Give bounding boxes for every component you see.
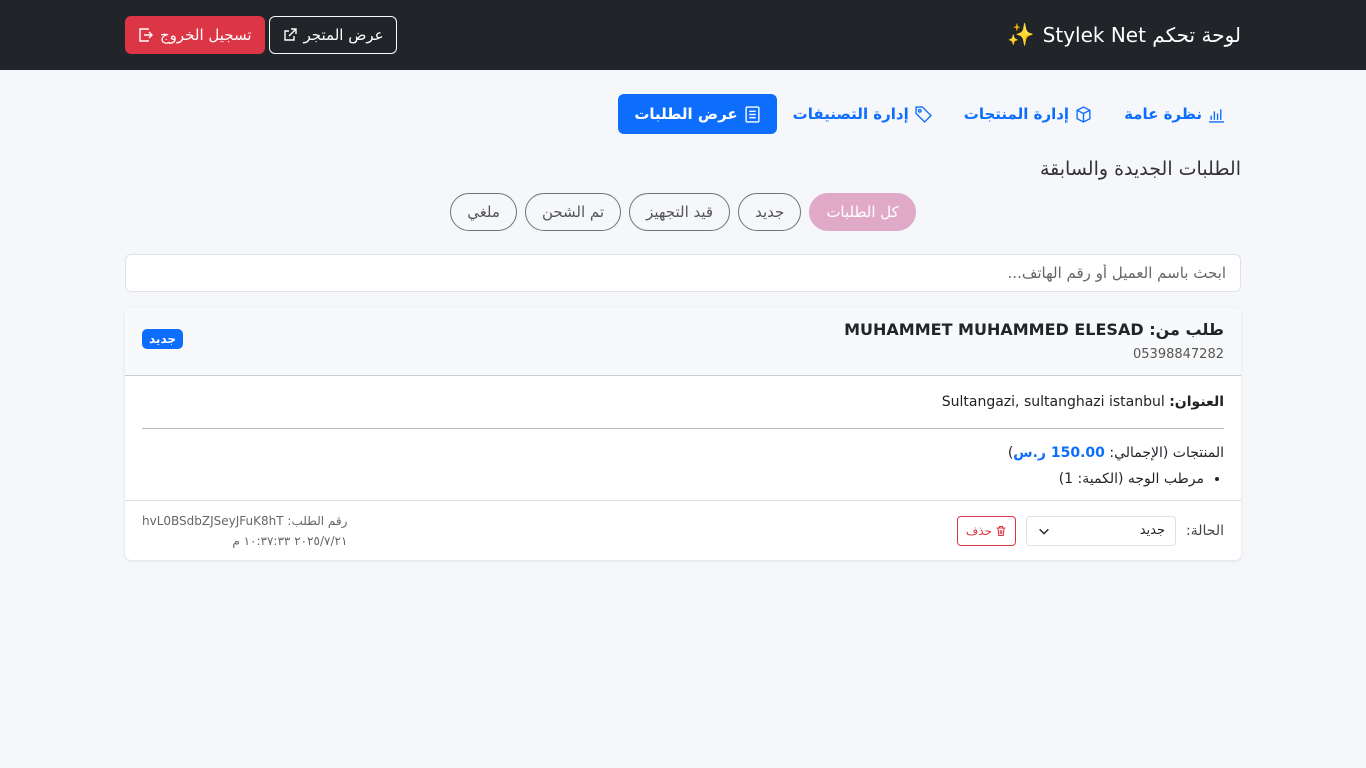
tab-categories[interactable]: إدارة التصنيفات	[777, 94, 948, 134]
logout-icon	[139, 28, 153, 42]
status-select[interactable]: جديد	[1026, 515, 1177, 546]
status-selected-value: جديد	[1139, 523, 1166, 538]
tab-categories-label: إدارة التصنيفات	[792, 105, 909, 123]
customer-info: طلب من: MUHAMMET MUHAMMED ELESAD 0539884…	[844, 320, 1224, 362]
chevron-down-icon	[1039, 528, 1049, 535]
admin-tabs: نظرة عامة إدارة المنتجات إدارة التصنيفات…	[125, 94, 1241, 134]
search-input[interactable]	[125, 254, 1241, 292]
order-card: طلب من: MUHAMMET MUHAMMED ELESAD 0539884…	[125, 308, 1241, 560]
tab-products[interactable]: إدارة المنتجات	[948, 94, 1108, 134]
filter-processing[interactable]: قيد التجهيز	[629, 193, 731, 231]
order-items: مرطب الوجه (الكمية: 1)	[142, 471, 1224, 487]
status-controls: الحالة: جديد حذف	[956, 515, 1224, 546]
filter-cancelled[interactable]: ملغي	[450, 193, 517, 231]
customer-phone: 05398847282	[1133, 347, 1224, 362]
box-icon	[1076, 105, 1091, 123]
order-id: hvL0BSdbZJSeyJFuK8hT	[142, 513, 284, 528]
view-store-button[interactable]: عرض المتجر	[268, 16, 397, 54]
logout-label: تسجيل الخروج	[160, 26, 252, 44]
delete-label: حذف	[965, 523, 993, 538]
status-badge: جديد	[142, 329, 184, 349]
logout-button[interactable]: تسجيل الخروج	[125, 16, 265, 54]
navbar-actions: عرض المتجر تسجيل الخروج	[125, 16, 397, 54]
filter-shipped[interactable]: تم الشحن	[524, 193, 622, 231]
trash-icon	[996, 525, 1006, 536]
dashboard-title: لوحة تحكم Stylek Net	[1042, 23, 1241, 47]
list-icon	[745, 105, 760, 123]
brand: لوحة تحكم Stylek Net ✨	[1007, 23, 1241, 48]
customer-title: طلب من: MUHAMMET MUHAMMED ELESAD	[844, 320, 1224, 339]
tab-overview[interactable]: نظرة عامة	[1108, 94, 1241, 134]
tab-products-label: إدارة المنتجات	[963, 105, 1070, 123]
tab-orders-label: عرض الطلبات	[634, 105, 738, 123]
order-filters: كل الطلبات جديد قيد التجهيز تم الشحن ملغ…	[125, 193, 1241, 231]
bar-chart-icon	[1209, 108, 1224, 123]
address-line: العنوان: Sultangazi, sultanghazi istanbu…	[142, 394, 1224, 410]
list-item: مرطب الوجه (الكمية: 1)	[142, 471, 1204, 487]
products-summary: المنتجات (الإجمالي: 150.00 ر.س)	[142, 445, 1224, 461]
order-date: ٢٠٢٥/٧/٢١ ١٠:٣٧:٣٣ م	[232, 533, 348, 548]
top-navbar: لوحة تحكم Stylek Net ✨ عرض المتجر تسجيل …	[0, 0, 1366, 70]
order-from-label: طلب من:	[1149, 320, 1224, 339]
order-id-line: رقم الطلب: hvL0BSdbZJSeyJFuK8hT	[142, 511, 347, 531]
filter-new[interactable]: جديد	[738, 193, 802, 231]
section-title: الطلبات الجديدة والسابقة	[1039, 158, 1241, 180]
main-container: نظرة عامة إدارة المنتجات إدارة التصنيفات…	[125, 94, 1241, 560]
order-id-label: رقم الطلب:	[287, 513, 348, 528]
products-label: المنتجات (الإجمالي:	[1109, 445, 1224, 461]
customer-name: MUHAMMET MUHAMMED ELESAD	[844, 320, 1144, 339]
tab-orders[interactable]: عرض الطلبات	[618, 94, 777, 134]
address-value: Sultangazi, sultanghazi istanbul	[941, 394, 1165, 410]
tab-overview-label: نظرة عامة	[1124, 105, 1202, 123]
order-total: 150.00 ر.س	[1013, 445, 1105, 461]
tag-icon	[915, 105, 932, 123]
address-label: العنوان:	[1169, 394, 1224, 410]
status-label: الحالة:	[1186, 522, 1224, 539]
external-link-icon	[283, 28, 297, 41]
view-store-label: عرض المتجر	[303, 26, 384, 44]
sparkles-icon: ✨	[1007, 22, 1035, 48]
order-card-header: طلب من: MUHAMMET MUHAMMED ELESAD 0539884…	[125, 308, 1241, 376]
order-card-footer: الحالة: جديد حذف رقم الطلب: hvL0BSdbZJSe…	[125, 500, 1241, 560]
delete-button[interactable]: حذف	[956, 515, 1017, 546]
order-card-body: العنوان: Sultangazi, sultanghazi istanbu…	[125, 376, 1241, 487]
divider	[142, 428, 1224, 429]
filter-all[interactable]: كل الطلبات	[809, 193, 916, 231]
order-meta: رقم الطلب: hvL0BSdbZJSeyJFuK8hT ٢٠٢٥/٧/٢…	[142, 511, 347, 551]
